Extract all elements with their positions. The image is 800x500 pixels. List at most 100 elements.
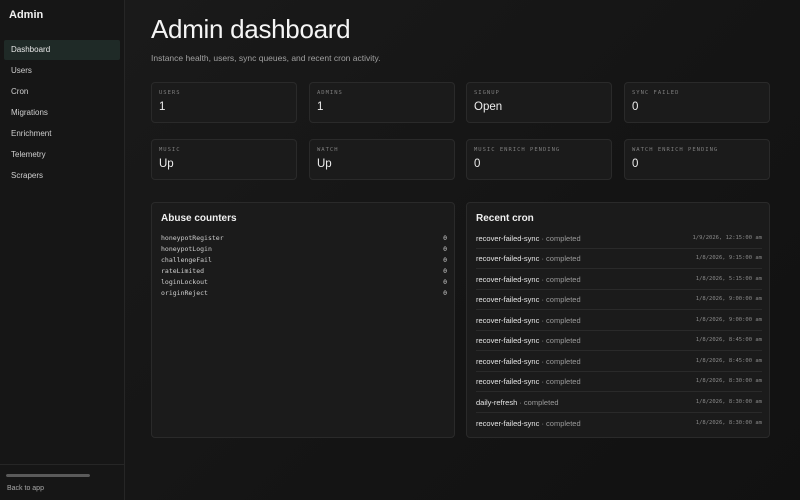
stat-card-admins: ADMINS 1 xyxy=(309,82,455,123)
stat-label: MUSIC ENRICH PENDING xyxy=(474,147,561,153)
abuse-counter-value: 0 xyxy=(443,278,447,286)
stat-card-users: USERS 1 xyxy=(151,82,297,123)
cron-job-status: · completed xyxy=(539,254,581,263)
cron-job-time: 1/8/2026, 8:45:00 am xyxy=(695,358,762,364)
stat-value: Up xyxy=(159,158,174,170)
abuse-counter-name: loginLockout xyxy=(161,278,208,286)
stat-value: 0 xyxy=(632,158,639,170)
stat-label: USERS xyxy=(159,90,181,96)
back-to-app-link[interactable]: Back to app xyxy=(7,485,44,492)
cron-job-time: 1/8/2026, 9:00:00 am xyxy=(695,317,762,323)
stat-value: Up xyxy=(317,158,332,170)
cron-job-time: 1/9/2026, 12:15:00 am xyxy=(692,235,762,241)
sidebar-item-dashboard[interactable]: Dashboard xyxy=(4,40,120,60)
cron-job: recover-failed-sync · completed xyxy=(476,357,581,366)
cron-row: recover-failed-sync · completed 1/8/2026… xyxy=(476,352,762,372)
stat-card-watch-enrich-pending: WATCH ENRICH PENDING 0 xyxy=(624,139,770,180)
cron-row: recover-failed-sync · completed 1/8/2026… xyxy=(476,372,762,392)
cron-job-status: · completed xyxy=(517,398,559,407)
stat-label: WATCH ENRICH PENDING xyxy=(632,147,719,153)
abuse-counter-row: challengeFail 0 xyxy=(161,256,447,267)
stat-value: 0 xyxy=(632,101,639,113)
cron-job: recover-failed-sync · completed xyxy=(476,419,581,428)
stat-label: WATCH xyxy=(317,147,339,153)
cron-row: recover-failed-sync · completed 1/8/2026… xyxy=(476,249,762,269)
cron-job-name: recover-failed-sync xyxy=(476,234,540,243)
sidebar-nav: Dashboard Users Cron Migrations Enrichme… xyxy=(4,40,120,187)
cron-job-name: recover-failed-sync xyxy=(476,336,540,345)
stat-label: SIGNUP xyxy=(474,90,500,96)
cron-job-time: 1/8/2026, 5:15:00 am xyxy=(695,276,762,282)
cron-job-name: recover-failed-sync xyxy=(476,419,540,428)
cron-row: recover-failed-sync · completed 1/8/2026… xyxy=(476,331,762,351)
cron-job-status: · completed xyxy=(539,357,581,366)
cron-job-status: · completed xyxy=(539,419,581,428)
abuse-counters-title: Abuse counters xyxy=(161,213,237,224)
cron-row: recover-failed-sync · completed 1/9/2026… xyxy=(476,229,762,249)
recent-cron-title: Recent cron xyxy=(476,213,534,224)
cron-job-name: daily-refresh xyxy=(476,398,518,407)
sidebar-item-cron[interactable]: Cron xyxy=(4,82,120,102)
sidebar-item-users[interactable]: Users xyxy=(4,61,120,81)
abuse-counter-name: honeypotRegister xyxy=(161,234,224,242)
sidebar: Admin Dashboard Users Cron Migrations En… xyxy=(0,0,125,500)
cron-job-status: · completed xyxy=(539,234,581,243)
sidebar-scroll-indicator-fill xyxy=(6,474,90,477)
abuse-counter-name: rateLimited xyxy=(161,267,205,275)
cron-job-name: recover-failed-sync xyxy=(476,295,540,304)
abuse-counters-panel: Abuse counters honeypotRegister 0 honeyp… xyxy=(151,202,455,438)
stat-card-music-enrich-pending: MUSIC ENRICH PENDING 0 xyxy=(466,139,612,180)
abuse-counter-value: 0 xyxy=(443,267,447,275)
cron-job: recover-failed-sync · completed xyxy=(476,275,581,284)
stat-value: 1 xyxy=(159,101,166,113)
cron-row: recover-failed-sync · completed 1/8/2026… xyxy=(476,270,762,290)
cron-job-status: · completed xyxy=(539,316,581,325)
cron-job-status: · completed xyxy=(539,336,581,345)
cron-job-status: · completed xyxy=(539,377,581,386)
abuse-counter-row: rateLimited 0 xyxy=(161,267,447,278)
cron-job-name: recover-failed-sync xyxy=(476,316,540,325)
cron-row: recover-failed-sync · completed 1/8/2026… xyxy=(476,414,762,434)
abuse-counter-value: 0 xyxy=(443,289,447,297)
abuse-counter-row: originReject 0 xyxy=(161,289,447,300)
sidebar-scroll-indicator xyxy=(6,474,90,477)
stat-value: 1 xyxy=(317,101,324,113)
stat-card-music: MUSIC Up xyxy=(151,139,297,180)
cron-job-name: recover-failed-sync xyxy=(476,275,540,284)
abuse-counter-name: originReject xyxy=(161,289,208,297)
stat-value: Open xyxy=(474,101,503,113)
sidebar-item-scrapers[interactable]: Scrapers xyxy=(4,166,120,186)
abuse-counter-row: loginLockout 0 xyxy=(161,278,447,289)
cron-job-name: recover-failed-sync xyxy=(476,357,540,366)
cron-job: recover-failed-sync · completed xyxy=(476,234,581,243)
stat-card-signup: SIGNUP Open xyxy=(466,82,612,123)
abuse-counter-row: honeypotLogin 0 xyxy=(161,245,447,256)
stat-card-watch: WATCH Up xyxy=(309,139,455,180)
abuse-counter-name: challengeFail xyxy=(161,256,212,264)
sidebar-item-migrations[interactable]: Migrations xyxy=(4,103,120,123)
cron-job-status: · completed xyxy=(539,275,581,284)
cron-row: daily-refresh · completed 1/8/2026, 8:30… xyxy=(476,393,762,413)
stat-value: 0 xyxy=(474,158,481,170)
cron-job-status: · completed xyxy=(539,295,581,304)
cron-job: recover-failed-sync · completed xyxy=(476,254,581,263)
stat-card-sync-failed: SYNC FAILED 0 xyxy=(624,82,770,123)
abuse-counter-row: honeypotRegister 0 xyxy=(161,234,447,245)
cron-row: recover-failed-sync · completed 1/8/2026… xyxy=(476,311,762,331)
cron-job-name: recover-failed-sync xyxy=(476,377,540,386)
brand-title: Admin xyxy=(9,9,44,21)
sidebar-divider xyxy=(0,464,125,465)
sidebar-item-enrichment[interactable]: Enrichment xyxy=(4,124,120,144)
cron-job: recover-failed-sync · completed xyxy=(476,377,581,386)
cron-job-name: recover-failed-sync xyxy=(476,254,540,263)
cron-job: recover-failed-sync · completed xyxy=(476,316,581,325)
cron-job: recover-failed-sync · completed xyxy=(476,336,581,345)
page-title: Admin dashboard xyxy=(151,14,351,44)
main-content: Admin dashboard Instance health, users, … xyxy=(125,0,800,500)
abuse-counter-name: honeypotLogin xyxy=(161,245,212,253)
abuse-counter-value: 0 xyxy=(443,256,447,264)
cron-job: daily-refresh · completed xyxy=(476,398,559,407)
sidebar-item-telemetry[interactable]: Telemetry xyxy=(4,145,120,165)
cron-job-time: 1/8/2026, 8:45:00 am xyxy=(695,337,762,343)
cron-job-time: 1/8/2026, 8:30:00 am xyxy=(695,399,762,405)
